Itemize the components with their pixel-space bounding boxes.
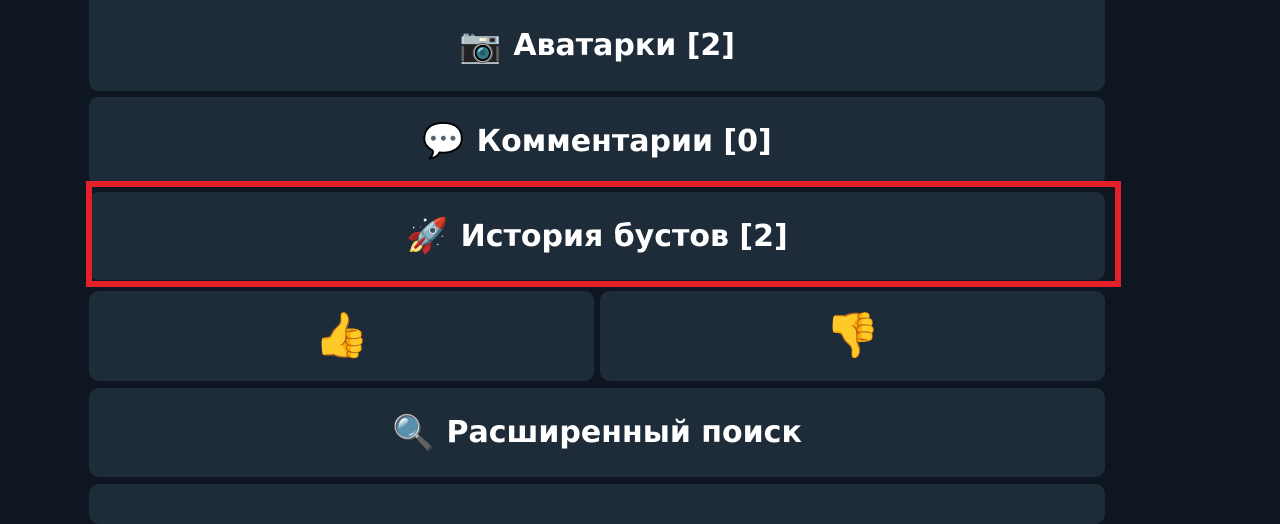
boost-history-label: История бустов [2] [460, 218, 788, 254]
advanced-search-button[interactable]: 🔍 Расширенный поиск [89, 388, 1105, 477]
speech-bubble-icon: 💬 [422, 121, 465, 161]
next-button-partial[interactable] [89, 484, 1105, 524]
inline-keyboard: 📷 Аватарки [2] 💬 Комментарии [0] 🚀 Истор… [89, 0, 1105, 524]
like-button[interactable]: 👍 [89, 291, 594, 381]
rocket-icon: 🚀 [406, 216, 449, 256]
comments-button[interactable]: 💬 Комментарии [0] [89, 97, 1105, 185]
avatars-label: Аватарки [2] [513, 28, 736, 63]
dislike-button[interactable]: 👎 [600, 291, 1105, 381]
thumbs-down-icon: 👎 [825, 310, 880, 361]
avatars-button[interactable]: 📷 Аватарки [2] [89, 0, 1105, 91]
boost-history-button[interactable]: 🚀 История бустов [2] [89, 192, 1105, 280]
advanced-search-label: Расширенный поиск [446, 415, 802, 450]
camera-icon: 📷 [458, 25, 502, 66]
magnifier-icon: 🔍 [392, 412, 435, 453]
comments-label: Комментарии [0] [476, 123, 772, 159]
thumbs-up-icon: 👍 [314, 310, 369, 361]
